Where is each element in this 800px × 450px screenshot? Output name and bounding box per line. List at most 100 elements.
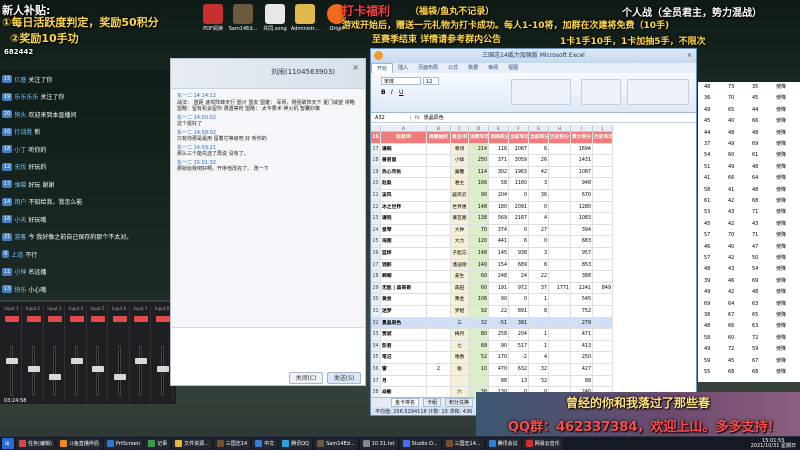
font-size-select[interactable]: 12 (423, 77, 439, 85)
table-cell[interactable]: -2 (509, 352, 529, 364)
sheet-tab[interactable]: 金卡排名 (391, 398, 420, 407)
table-cell[interactable] (593, 224, 613, 237)
table-cell[interactable] (549, 201, 571, 214)
row-number[interactable]: 27 (371, 259, 381, 272)
row-number[interactable]: 26 (371, 248, 381, 260)
table-cell[interactable]: 27 (529, 224, 549, 237)
table-cell[interactable]: 蓝烨 (381, 248, 427, 260)
taskbar-item[interactable]: 中文 (252, 438, 278, 449)
table-cell[interactable]: 雷 (381, 364, 427, 376)
mixer-channel[interactable]: Input 6 (110, 306, 130, 402)
table-cell[interactable] (549, 329, 571, 341)
name-box[interactable]: A32 (371, 114, 411, 121)
table-cell[interactable]: 32 (469, 317, 489, 330)
table-cell[interactable] (469, 375, 489, 388)
ribbon-tab[interactable]: 视图 (503, 63, 523, 73)
table-cell[interactable] (593, 364, 613, 376)
table-cell[interactable]: 3 (529, 248, 549, 260)
table-cell[interactable] (593, 352, 613, 364)
table-cell[interactable]: 116 (489, 143, 509, 156)
table-cell[interactable]: 疑风云 (451, 190, 469, 202)
column-header[interactable]: F (509, 125, 529, 132)
chat-username[interactable]: 亿盛 (14, 75, 26, 84)
table-cell[interactable]: 471 (571, 329, 593, 341)
bold-icon[interactable]: B (381, 89, 386, 96)
mixer-channel[interactable]: Input 4 (67, 306, 87, 402)
column-title[interactable]: 历史积分 (549, 132, 571, 144)
table-cell[interactable] (593, 201, 613, 214)
table-cell[interactable]: 632 (509, 364, 529, 376)
table-cell[interactable]: 小锋 (451, 155, 469, 167)
table-cell[interactable]: 145 (489, 248, 509, 260)
table-cell[interactable]: 谦碗 (381, 143, 427, 156)
table-cell[interactable]: 1963 (509, 166, 529, 179)
table-cell[interactable]: 子起忘 (451, 248, 469, 260)
table-cell[interactable]: 姜生 (451, 271, 469, 283)
fader-track[interactable] (53, 346, 56, 396)
table-cell[interactable]: 1160 (509, 178, 529, 190)
table-cell[interactable] (549, 143, 571, 156)
table-cell[interactable] (593, 143, 613, 156)
table-cell[interactable]: 月 (381, 375, 427, 388)
fader-handle[interactable] (92, 366, 104, 372)
qq-chat-window[interactable]: 刘闹(1104563903) × 东一二 14:14:12 战法： 盟距 速攻阵峰… (170, 58, 366, 386)
cells-group[interactable] (581, 79, 621, 105)
table-cell[interactable]: 0 (509, 294, 529, 306)
table-cell[interactable] (427, 213, 451, 225)
table-cell[interactable] (549, 340, 571, 353)
table-cell[interactable] (549, 375, 571, 388)
chat-username[interactable]: 游客 (14, 232, 26, 241)
table-cell[interactable] (427, 190, 451, 202)
table-cell[interactable] (529, 317, 549, 330)
table-cell[interactable] (427, 340, 451, 353)
table-cell[interactable]: 22 (529, 271, 549, 283)
table-cell[interactable] (549, 248, 571, 260)
table-cell[interactable]: 166 (469, 178, 489, 190)
table-cell[interactable]: 六 (451, 387, 469, 397)
mixer-channel[interactable]: Input 1 (2, 306, 22, 402)
qq-close-button[interactable]: 关闭(C) (289, 372, 323, 384)
table-cell[interactable] (427, 143, 451, 156)
table-cell[interactable]: 酒醉 (381, 259, 427, 272)
table-cell[interactable]: 58 (489, 178, 509, 190)
table-cell[interactable] (427, 294, 451, 306)
table-cell[interactable] (549, 306, 571, 318)
table-cell[interactable]: 250 (469, 155, 489, 167)
taskbar-item[interactable]: 记事 (145, 438, 171, 449)
table-cell[interactable] (549, 364, 571, 376)
table-cell[interactable]: 545 (571, 294, 593, 306)
table-cell[interactable]: 海狸 (381, 236, 427, 248)
table-cell[interactable]: 258 (489, 329, 509, 341)
styles-gallery[interactable] (511, 79, 571, 105)
qq-send-button[interactable]: 发送(S) (327, 372, 361, 384)
table-cell[interactable]: 梦姐 (451, 306, 469, 318)
table-cell[interactable]: -51 (489, 317, 509, 330)
column-header[interactable]: H (549, 125, 571, 132)
audio-mixer[interactable]: x10 Input 1Input 2Input 3Input 4Input 5I… (0, 300, 176, 404)
column-header[interactable]: G (529, 125, 549, 132)
mixer-channel[interactable]: Input 7 (131, 306, 151, 402)
mixer-channel[interactable]: Input 5 (88, 306, 108, 402)
table-cell[interactable]: 68 (469, 340, 489, 353)
table-cell[interactable]: 谦锐 (381, 213, 427, 225)
fader-handle[interactable] (70, 358, 83, 364)
column-title[interactable]: 周赠抽奖 (427, 132, 451, 144)
table-cell[interactable]: 88 (571, 375, 593, 388)
table-cell[interactable]: 148 (469, 248, 489, 260)
row-number[interactable]: 37 (371, 375, 381, 388)
table-cell[interactable]: 景晶辰色 (381, 317, 427, 330)
table-cell[interactable]: 394 (571, 224, 593, 237)
table-row[interactable]: 26 蓝烨 子起忘 148 145 938 3 957 (371, 248, 696, 260)
qq-input-area[interactable]: 关闭(C) 发送(S) (171, 327, 365, 385)
table-cell[interactable] (549, 224, 571, 237)
table-cell[interactable] (427, 236, 451, 248)
taskbar-item[interactable]: PrtScreen (103, 438, 144, 449)
table-cell[interactable]: 204 (489, 190, 509, 202)
table-cell[interactable]: 204 (509, 329, 529, 341)
row-number[interactable]: 21 (371, 190, 381, 202)
table-row[interactable]: 36 雷 2 魁 10 470 632 32 427 (371, 364, 696, 376)
table-cell[interactable]: 爱琴 (381, 224, 427, 237)
table-cell[interactable]: 尊诗 (451, 143, 469, 156)
table-cell[interactable] (549, 213, 571, 225)
table-cell[interactable] (593, 236, 613, 248)
